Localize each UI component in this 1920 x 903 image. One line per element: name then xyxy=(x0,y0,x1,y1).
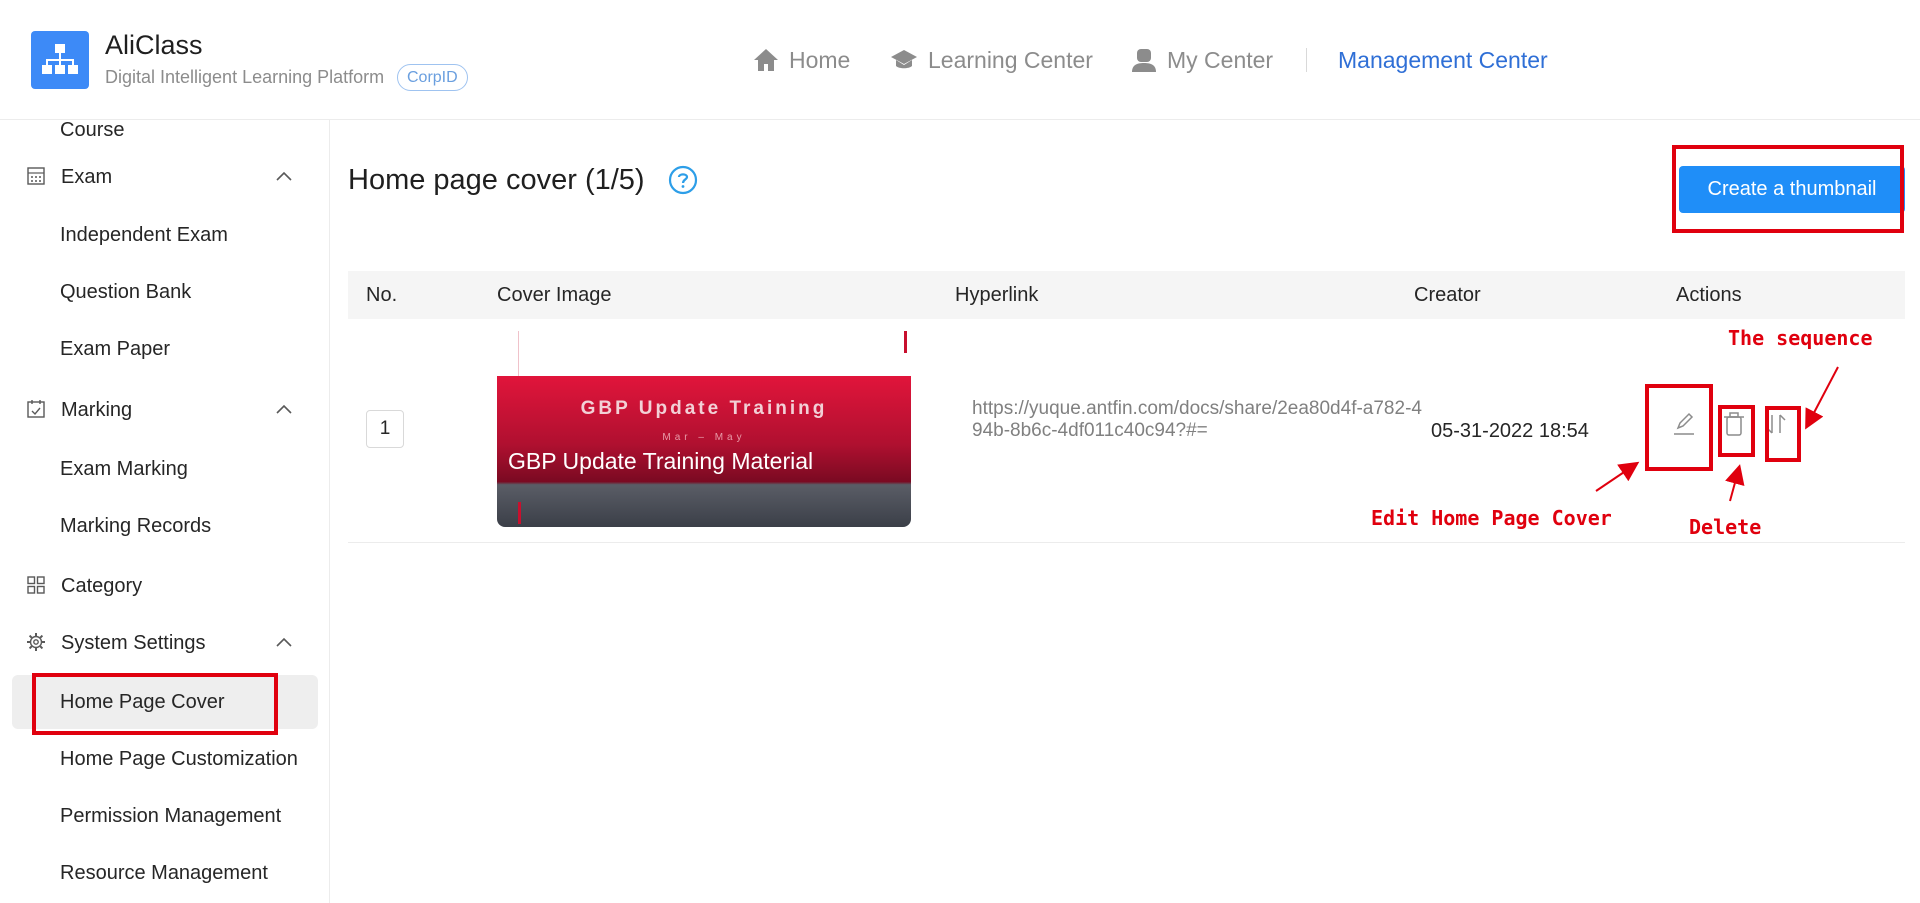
sidebar-group-marking-label: Marking xyxy=(61,398,133,421)
help-icon[interactable] xyxy=(668,165,698,195)
chevron-up-icon xyxy=(276,637,292,647)
hyperlink-text[interactable]: https://yuque.antfin.com/docs/share/2ea8… xyxy=(972,398,1432,442)
sidebar-item-home-page-customization[interactable]: Home Page Customization xyxy=(60,737,298,781)
column-header-cover: Cover Image xyxy=(497,284,612,306)
page-title: Home page cover (1/5) xyxy=(348,164,645,196)
app-logo[interactable] xyxy=(31,31,89,89)
sidebar-group-system-label: System Settings xyxy=(61,631,206,654)
column-header-actions: Actions xyxy=(1676,284,1742,306)
sidebar: Course Exam Independent Exam Question Ba… xyxy=(0,120,330,903)
highlight-box-edit xyxy=(1645,384,1713,471)
sidebar-group-system-settings[interactable]: System Settings xyxy=(0,621,329,665)
top-header: AliClass Digital Intelligent Learning Pl… xyxy=(0,0,1920,120)
chevron-up-icon xyxy=(276,171,292,181)
org-chart-icon xyxy=(42,44,78,74)
nav-management-label: Management Center xyxy=(1338,46,1548,73)
highlight-box-home-page-cover xyxy=(32,673,278,735)
column-header-creator: Creator xyxy=(1414,284,1481,306)
sidebar-group-category-label: Category xyxy=(61,574,143,597)
sidebar-group-marking[interactable]: Marking xyxy=(0,388,329,432)
gear-icon xyxy=(27,633,45,651)
nav-my-label: My Center xyxy=(1167,46,1274,73)
cover-accent-line xyxy=(518,502,521,524)
sidebar-item-question-bank[interactable]: Question Bank xyxy=(60,270,191,314)
column-header-hyperlink: Hyperlink xyxy=(955,284,1039,306)
marking-icon xyxy=(27,400,45,418)
sidebar-item-permission-management[interactable]: Permission Management xyxy=(60,794,281,838)
nav-management-center[interactable]: Management Center xyxy=(1338,42,1548,78)
highlight-box-delete xyxy=(1718,405,1755,457)
cover-title: GBP Update Training Material xyxy=(508,448,814,474)
graduation-cap-icon xyxy=(891,50,917,69)
sidebar-item-independent-exam[interactable]: Independent Exam xyxy=(60,213,228,257)
sidebar-group-exam[interactable]: Exam xyxy=(0,155,329,199)
annotation-sequence-label: The sequence xyxy=(1728,326,1873,350)
column-header-no: No. xyxy=(366,284,398,306)
nav-home[interactable]: Home xyxy=(753,42,850,78)
app-subtitle: Digital Intelligent Learning Platform xyxy=(105,67,385,87)
highlight-box-sequence xyxy=(1765,406,1801,462)
grid-icon xyxy=(27,576,45,594)
chevron-up-icon xyxy=(276,404,292,414)
annotation-edit-label: Edit Home Page Cover xyxy=(1371,506,1612,530)
sidebar-item-course[interactable]: Course xyxy=(60,120,124,152)
home-icon xyxy=(754,49,778,71)
created-time: 05-31-2022 18:54 xyxy=(1431,420,1589,442)
cover-banner-text: GBP Update Training xyxy=(580,398,828,419)
table-header: No. Cover Image Hyperlink Creator Action… xyxy=(348,271,1905,319)
nav-learning-label: Learning Center xyxy=(928,46,1093,73)
app-name: AliClass xyxy=(105,30,203,60)
cover-subtext: Mar – May xyxy=(662,432,746,443)
sidebar-item-exam-paper[interactable]: Exam Paper xyxy=(60,327,170,371)
main-content: Home page cover (1/5) Create a thumbnail… xyxy=(331,120,1920,903)
annotation-delete-label: Delete xyxy=(1689,515,1762,539)
row-number: 1 xyxy=(366,410,404,448)
cover-guide-line xyxy=(904,331,907,353)
sidebar-group-category[interactable]: Category xyxy=(0,564,329,608)
highlight-box-create-thumbnail xyxy=(1672,145,1904,233)
sidebar-item-exam-marking[interactable]: Exam Marking xyxy=(60,447,188,491)
nav-divider xyxy=(1306,48,1307,72)
corp-id-badge: CorpID xyxy=(397,64,468,91)
calculator-icon xyxy=(27,167,45,185)
sidebar-item-resource-management[interactable]: Resource Management xyxy=(60,851,268,895)
cover-guide-line xyxy=(518,331,519,376)
user-icon xyxy=(1132,49,1156,72)
sidebar-group-exam-label: Exam xyxy=(61,165,113,188)
cover-image[interactable]: GBP Update Training Mar – May GBP Update… xyxy=(497,376,911,527)
nav-my-center[interactable]: My Center xyxy=(1131,42,1273,78)
nav-home-label: Home xyxy=(789,46,851,73)
sidebar-item-marking-records[interactable]: Marking Records xyxy=(60,504,211,548)
nav-learning-center[interactable]: Learning Center xyxy=(890,42,1093,78)
